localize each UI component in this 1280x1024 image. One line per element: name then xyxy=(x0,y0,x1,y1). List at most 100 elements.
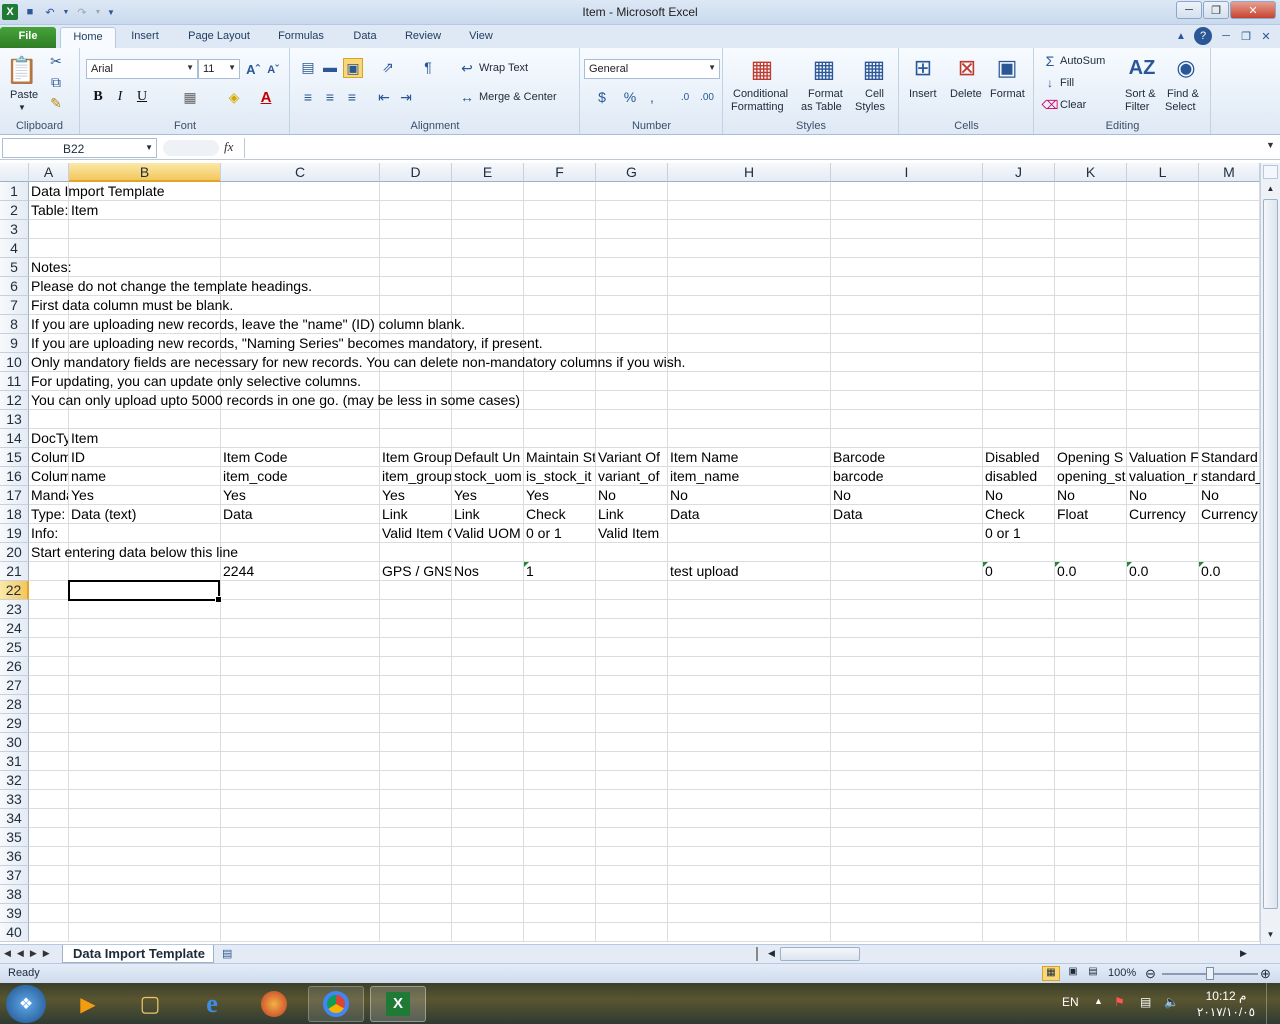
cell-styles-label-2[interactable]: Styles xyxy=(855,101,885,113)
cell-h9[interactable] xyxy=(668,334,831,353)
cell-d32[interactable] xyxy=(380,771,452,790)
cell-m40[interactable] xyxy=(1199,923,1260,942)
cell-j29[interactable] xyxy=(983,714,1055,733)
cell-j36[interactable] xyxy=(983,847,1055,866)
sort-filter-label-1[interactable]: Sort & xyxy=(1125,88,1156,100)
cell-f32[interactable] xyxy=(524,771,596,790)
cell-m24[interactable] xyxy=(1199,619,1260,638)
cell-m39[interactable] xyxy=(1199,904,1260,923)
row-header-11[interactable]: 11 xyxy=(0,372,29,391)
taskbar-firefox[interactable] xyxy=(246,986,302,1022)
cell-d40[interactable] xyxy=(380,923,452,942)
cell-c5[interactable] xyxy=(221,258,380,277)
cell-m10[interactable] xyxy=(1199,353,1260,372)
cell-i22[interactable] xyxy=(831,581,983,600)
cell-d39[interactable] xyxy=(380,904,452,923)
increase-indent-icon[interactable]: ⇥ xyxy=(397,88,415,106)
cell-k33[interactable] xyxy=(1055,790,1127,809)
cell-b31[interactable] xyxy=(69,752,221,771)
cell-a12[interactable]: You can only upload upto 5000 records in… xyxy=(29,391,520,410)
cell-a17[interactable]: Manda xyxy=(29,486,69,505)
cell-j37[interactable] xyxy=(983,866,1055,885)
cell-c36[interactable] xyxy=(221,847,380,866)
cell-h40[interactable] xyxy=(668,923,831,942)
cell-l7[interactable] xyxy=(1127,296,1199,315)
cell-l23[interactable] xyxy=(1127,600,1199,619)
cell-a9[interactable]: If you are uploading new records, "Namin… xyxy=(29,334,543,353)
row-header-4[interactable]: 4 xyxy=(0,239,29,258)
accounting-format-icon[interactable]: $ xyxy=(589,88,615,106)
cell-g37[interactable] xyxy=(596,866,668,885)
cell-f4[interactable] xyxy=(524,239,596,258)
cell-h17[interactable]: No xyxy=(668,486,831,505)
show-desktop-button[interactable] xyxy=(1266,983,1280,1024)
cell-i37[interactable] xyxy=(831,866,983,885)
cell-f14[interactable] xyxy=(524,429,596,448)
cell-c39[interactable] xyxy=(221,904,380,923)
cell-l3[interactable] xyxy=(1127,220,1199,239)
column-header-i[interactable]: I xyxy=(831,163,983,182)
cell-l39[interactable] xyxy=(1127,904,1199,923)
cell-l31[interactable] xyxy=(1127,752,1199,771)
cell-f11[interactable] xyxy=(524,372,596,391)
cell-a26[interactable] xyxy=(29,657,69,676)
cell-e40[interactable] xyxy=(452,923,524,942)
spreadsheet-grid[interactable]: 1 Data Import Template 2 Item Table: 3 4 5 Notes… xyxy=(0,182,1260,944)
format-cells-button[interactable]: Format xyxy=(990,88,1025,100)
font-name-combo[interactable]: Arial ▼ xyxy=(86,59,198,79)
cell-h18[interactable]: Data xyxy=(668,505,831,524)
cell-d14[interactable] xyxy=(380,429,452,448)
cell-g17[interactable]: No xyxy=(596,486,668,505)
cell-e4[interactable] xyxy=(452,239,524,258)
cell-k24[interactable] xyxy=(1055,619,1127,638)
cell-a29[interactable] xyxy=(29,714,69,733)
cell-j6[interactable] xyxy=(983,277,1055,296)
cell-b18[interactable]: Data (text) xyxy=(69,505,221,524)
cell-l8[interactable] xyxy=(1127,315,1199,334)
cell-d37[interactable] xyxy=(380,866,452,885)
cell-b28[interactable] xyxy=(69,695,221,714)
row-header-37[interactable]: 37 xyxy=(0,866,29,885)
cell-m18[interactable]: Currency xyxy=(1199,505,1260,524)
taskbar-excel[interactable]: X xyxy=(370,986,426,1022)
cell-i23[interactable] xyxy=(831,600,983,619)
cell-c30[interactable] xyxy=(221,733,380,752)
cell-f22[interactable] xyxy=(524,581,596,600)
formula-input[interactable] xyxy=(244,138,1264,158)
cell-e24[interactable] xyxy=(452,619,524,638)
cell-g32[interactable] xyxy=(596,771,668,790)
cell-h21[interactable]: test upload xyxy=(668,562,831,581)
zoom-level[interactable]: 100% xyxy=(1108,967,1136,979)
cell-m6[interactable] xyxy=(1199,277,1260,296)
cell-l22[interactable] xyxy=(1127,581,1199,600)
align-middle-icon[interactable]: ▬ xyxy=(321,58,339,76)
grow-font-icon[interactable]: Aˆ xyxy=(244,60,262,78)
cell-styles-label-1[interactable]: Cell xyxy=(865,88,884,100)
cell-b34[interactable] xyxy=(69,809,221,828)
cell-h39[interactable] xyxy=(668,904,831,923)
cell-i12[interactable] xyxy=(831,391,983,410)
cell-k36[interactable] xyxy=(1055,847,1127,866)
cell-m19[interactable] xyxy=(1199,524,1260,543)
cell-d4[interactable] xyxy=(380,239,452,258)
cell-e21[interactable]: Nos xyxy=(452,562,524,581)
cell-m31[interactable] xyxy=(1199,752,1260,771)
cell-m14[interactable] xyxy=(1199,429,1260,448)
column-header-j[interactable]: J xyxy=(983,163,1055,182)
cell-j24[interactable] xyxy=(983,619,1055,638)
cell-k17[interactable]: No xyxy=(1055,486,1127,505)
cell-d23[interactable] xyxy=(380,600,452,619)
zoom-in-icon[interactable]: ⊕ xyxy=(1260,966,1271,982)
column-header-h[interactable]: H xyxy=(668,163,831,182)
restore-button[interactable]: ❐ xyxy=(1203,1,1229,19)
cell-j32[interactable] xyxy=(983,771,1055,790)
cell-c32[interactable] xyxy=(221,771,380,790)
borders-icon[interactable]: ▦ xyxy=(179,88,201,106)
cell-d30[interactable] xyxy=(380,733,452,752)
row-header-22[interactable]: 22 xyxy=(0,581,29,600)
cell-d24[interactable] xyxy=(380,619,452,638)
cell-d27[interactable] xyxy=(380,676,452,695)
cell-a39[interactable] xyxy=(29,904,69,923)
formula-bar-handle[interactable] xyxy=(163,140,219,156)
cell-l1[interactable] xyxy=(1127,182,1199,201)
